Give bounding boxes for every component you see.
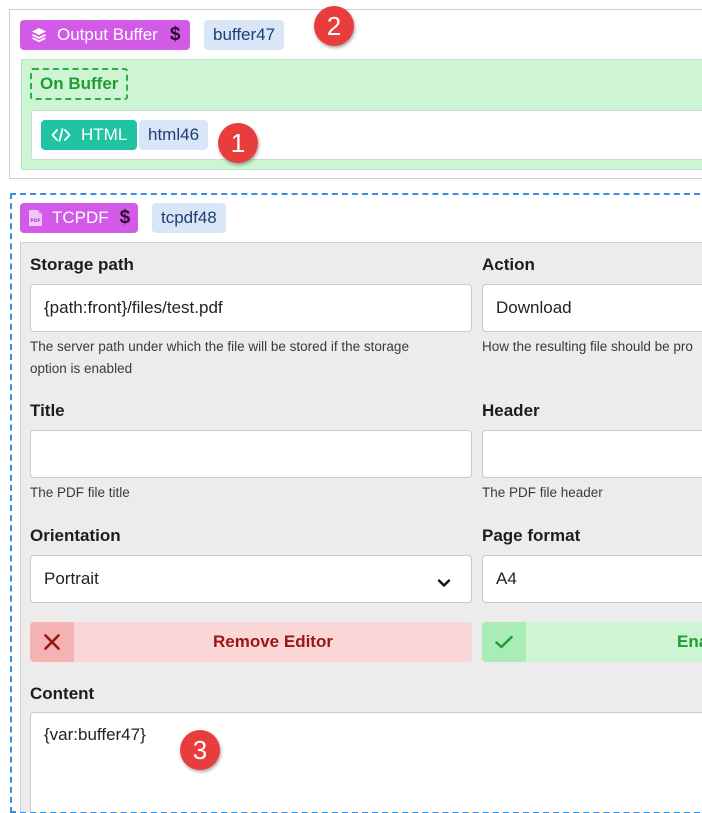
- callout-badge-1: 1: [218, 123, 258, 163]
- content-textarea[interactable]: {var:buffer47}: [30, 712, 702, 812]
- svg-text:PDF: PDF: [30, 218, 40, 224]
- html-id: html46: [148, 125, 200, 144]
- header-label: Header: [482, 401, 540, 420]
- action-value: Download: [496, 298, 572, 317]
- action-help: How the resulting file should be pro: [482, 339, 693, 354]
- callout-badge-3: 3: [180, 730, 220, 770]
- title-help: The PDF file title: [30, 485, 130, 500]
- content-label: Content: [30, 684, 95, 703]
- header-input[interactable]: [482, 430, 702, 478]
- remove-editor-label: Remove Editor: [213, 632, 333, 651]
- pdf-file-icon: PDF: [28, 209, 43, 227]
- code-icon: [51, 127, 71, 143]
- header-help: The PDF file header: [482, 485, 603, 500]
- storage-path-help: The server path under which the file wil…: [30, 336, 409, 380]
- page-format-label: Page format: [482, 526, 581, 545]
- callout-badge-2: 2: [314, 6, 354, 46]
- storage-path-input[interactable]: {path:front}/files/test.pdf: [30, 284, 472, 332]
- output-buffer-id: buffer47: [213, 25, 276, 44]
- output-buffer-type-tag[interactable]: Output Buffer $: [20, 20, 191, 50]
- tcpdf-id-tag[interactable]: tcpdf48: [152, 203, 226, 233]
- title-label: Title: [30, 401, 65, 420]
- tcpdf-type-tag[interactable]: PDF TCPDF $: [20, 203, 139, 233]
- enable-editor-button[interactable]: Ena: [482, 622, 702, 662]
- on-buffer-label: On Buffer: [30, 68, 129, 100]
- title-input[interactable]: [30, 430, 472, 478]
- orientation-value: Portrait: [44, 569, 99, 588]
- tcpdf-id: tcpdf48: [161, 208, 217, 227]
- check-icon: [482, 622, 526, 662]
- storage-path-help-line2: option is enabled: [30, 361, 133, 376]
- content-value: {var:buffer47}: [44, 725, 146, 744]
- action-select[interactable]: Download: [482, 284, 702, 332]
- output-buffer-id-tag[interactable]: buffer47: [204, 20, 285, 50]
- storage-path-help-line1: The server path under which the file wil…: [30, 339, 409, 354]
- html-id-tag[interactable]: html46: [139, 120, 209, 150]
- layers-icon: [30, 26, 48, 44]
- orientation-label: Orientation: [30, 526, 121, 545]
- dollar-icon: $: [169, 24, 181, 45]
- remove-editor-button[interactable]: Remove Editor: [30, 622, 472, 662]
- page-format-value: A4: [496, 569, 517, 588]
- action-label: Action: [482, 255, 535, 274]
- output-buffer-type-label: Output Buffer: [57, 25, 158, 44]
- close-icon: [30, 622, 74, 662]
- storage-path-label: Storage path: [30, 255, 134, 274]
- dollar-icon: $: [119, 207, 131, 228]
- orientation-select[interactable]: Portrait: [30, 555, 472, 603]
- storage-path-value: {path:front}/files/test.pdf: [44, 298, 223, 317]
- tcpdf-type-label: TCPDF: [52, 208, 109, 227]
- enable-editor-label: Ena: [677, 632, 702, 651]
- page-format-select[interactable]: A4: [482, 555, 702, 603]
- html-type-label: HTML: [81, 125, 128, 144]
- html-type-tag[interactable]: HTML: [41, 120, 138, 150]
- chevron-down-icon: [437, 573, 451, 593]
